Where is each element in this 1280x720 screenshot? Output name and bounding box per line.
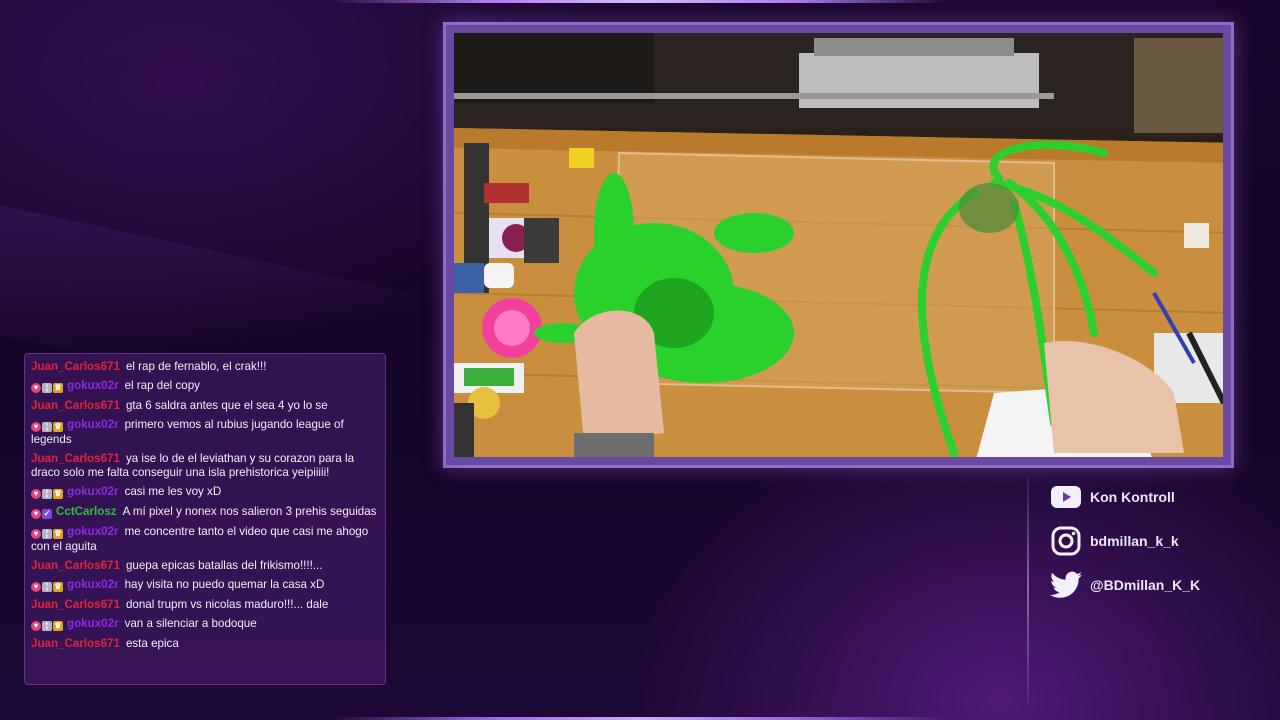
user-badges: ♥ ✓: [31, 506, 53, 520]
chat-text: donal trupm vs nicolas maduro!!!... dale: [125, 598, 329, 611]
camera-frame: [443, 22, 1234, 468]
chat-username[interactable]: Juan_Carlos671: [31, 399, 120, 412]
camera-feed: [454, 33, 1223, 457]
heart-badge-icon: ♥: [31, 509, 41, 519]
heart-badge-icon: ♥: [31, 582, 41, 592]
chat-text: A mí pixel y nonex nos salieron 3 prehis…: [122, 505, 377, 518]
crown-badge-icon: ♛: [53, 383, 63, 393]
chat-text: hay visita no puedo quemar la casa xD: [124, 578, 325, 591]
chat-username[interactable]: Juan_Carlos671: [31, 559, 120, 572]
chat-username[interactable]: CctCarlosz: [56, 505, 117, 518]
chat-message: ♥ ✓ CctCarlosz A mí pixel y nonex nos salie…: [31, 505, 379, 520]
crown-badge-icon: ♛: [53, 621, 63, 631]
chat-message: Juan_Carlos671 esta epica: [31, 637, 379, 651]
gift-badge-icon: ¦: [42, 489, 52, 499]
youtube-icon: [1050, 482, 1082, 512]
chat-username[interactable]: Juan_Carlos671: [31, 360, 120, 373]
chat-username[interactable]: gokux02r: [67, 418, 119, 431]
chat-message: ♥ ¦ ♛ gokux02r primero vemos al rubius jugan…: [31, 418, 379, 447]
camera-scene: [454, 33, 1223, 457]
crown-badge-icon: ♛: [53, 422, 63, 432]
gift-badge-icon: ¦: [42, 422, 52, 432]
user-badges: ♥ ¦ ♛: [31, 618, 64, 632]
heart-badge-icon: ♥: [31, 383, 41, 393]
chat-message: Juan_Carlos671 el rap de fernablo, el cra…: [31, 360, 379, 374]
top-glow-line: [330, 0, 950, 3]
gift-badge-icon: ¦: [42, 383, 52, 393]
chat-message: Juan_Carlos671 donal trupm vs nicolas mad…: [31, 598, 379, 612]
heart-badge-icon: ♥: [31, 621, 41, 631]
heart-badge-icon: ♥: [31, 489, 41, 499]
user-badges: ♥ ¦ ♛: [31, 419, 64, 433]
crown-badge-icon: ♛: [53, 582, 63, 592]
twitter-icon: [1050, 570, 1082, 600]
chat-message: Juan_Carlos671 ya ise lo de el leviathan …: [31, 452, 379, 480]
chat-username[interactable]: gokux02r: [67, 617, 119, 630]
chat-text: van a silenciar a bodoque: [124, 617, 257, 630]
social-youtube[interactable]: Kon Kontroll: [1050, 482, 1175, 512]
chat-text: gta 6 saldra antes que el sea 4 yo lo se: [125, 399, 328, 412]
chat-text: el rap del copy: [124, 379, 200, 392]
social-instagram[interactable]: bdmillan_k_k: [1050, 526, 1179, 556]
social-twitter[interactable]: @BDmillan_K_K: [1050, 570, 1200, 600]
chat-username[interactable]: gokux02r: [67, 578, 119, 591]
crown-badge-icon: ♛: [53, 529, 63, 539]
sub-badge-icon: ✓: [42, 509, 52, 519]
user-badges: ♥ ¦ ♛: [31, 486, 64, 500]
chat-text: casi me les voy xD: [124, 485, 222, 498]
chat-username[interactable]: Juan_Carlos671: [31, 598, 120, 611]
youtube-label: Kon Kontroll: [1090, 489, 1175, 505]
heart-badge-icon: ♥: [31, 422, 41, 432]
gift-badge-icon: ¦: [42, 529, 52, 539]
chat-username[interactable]: gokux02r: [67, 379, 119, 392]
gift-badge-icon: ¦: [42, 582, 52, 592]
chat-username[interactable]: gokux02r: [67, 525, 119, 538]
chat-message: ♥ ¦ ♛ gokux02r me concentre tanto el video q…: [31, 525, 379, 554]
chat-text: esta epica: [125, 637, 179, 650]
user-badges: ♥ ¦ ♛: [31, 380, 64, 394]
chat-message: Juan_Carlos671 guepa epicas batallas del …: [31, 559, 379, 573]
instagram-label: bdmillan_k_k: [1090, 533, 1179, 549]
chat-username[interactable]: Juan_Carlos671: [31, 452, 120, 465]
chat-message: ♥ ¦ ♛ gokux02r casi me les voy xD: [31, 485, 379, 500]
twitter-label: @BDmillan_K_K: [1090, 577, 1201, 593]
chat-text: el rap de fernablo, el crak!!!: [125, 360, 267, 373]
instagram-icon: [1050, 526, 1082, 556]
chat-message: ♥ ¦ ♛ gokux02r hay visita no puedo quemar la…: [31, 578, 379, 593]
gift-badge-icon: ¦: [42, 621, 52, 631]
chat-username[interactable]: Juan_Carlos671: [31, 637, 120, 650]
user-badges: ♥ ¦ ♛: [31, 579, 64, 593]
user-badges: ♥ ¦ ♛: [31, 526, 64, 540]
social-divider: [1027, 478, 1029, 703]
chat-message: ♥ ¦ ♛ gokux02r van a silenciar a bodoque: [31, 617, 379, 632]
crown-badge-icon: ♛: [53, 489, 63, 499]
chat-username[interactable]: gokux02r: [67, 485, 119, 498]
chat-message: Juan_Carlos671 gta 6 saldra antes que el …: [31, 399, 379, 413]
chat-text: guepa epicas batallas del frikismo!!!!..…: [125, 559, 323, 572]
heart-badge-icon: ♥: [31, 529, 41, 539]
chat-panel: Juan_Carlos671 el rap de fernablo, el cra…: [24, 353, 386, 685]
chat-message: ♥ ¦ ♛ gokux02r el rap del copy: [31, 379, 379, 394]
